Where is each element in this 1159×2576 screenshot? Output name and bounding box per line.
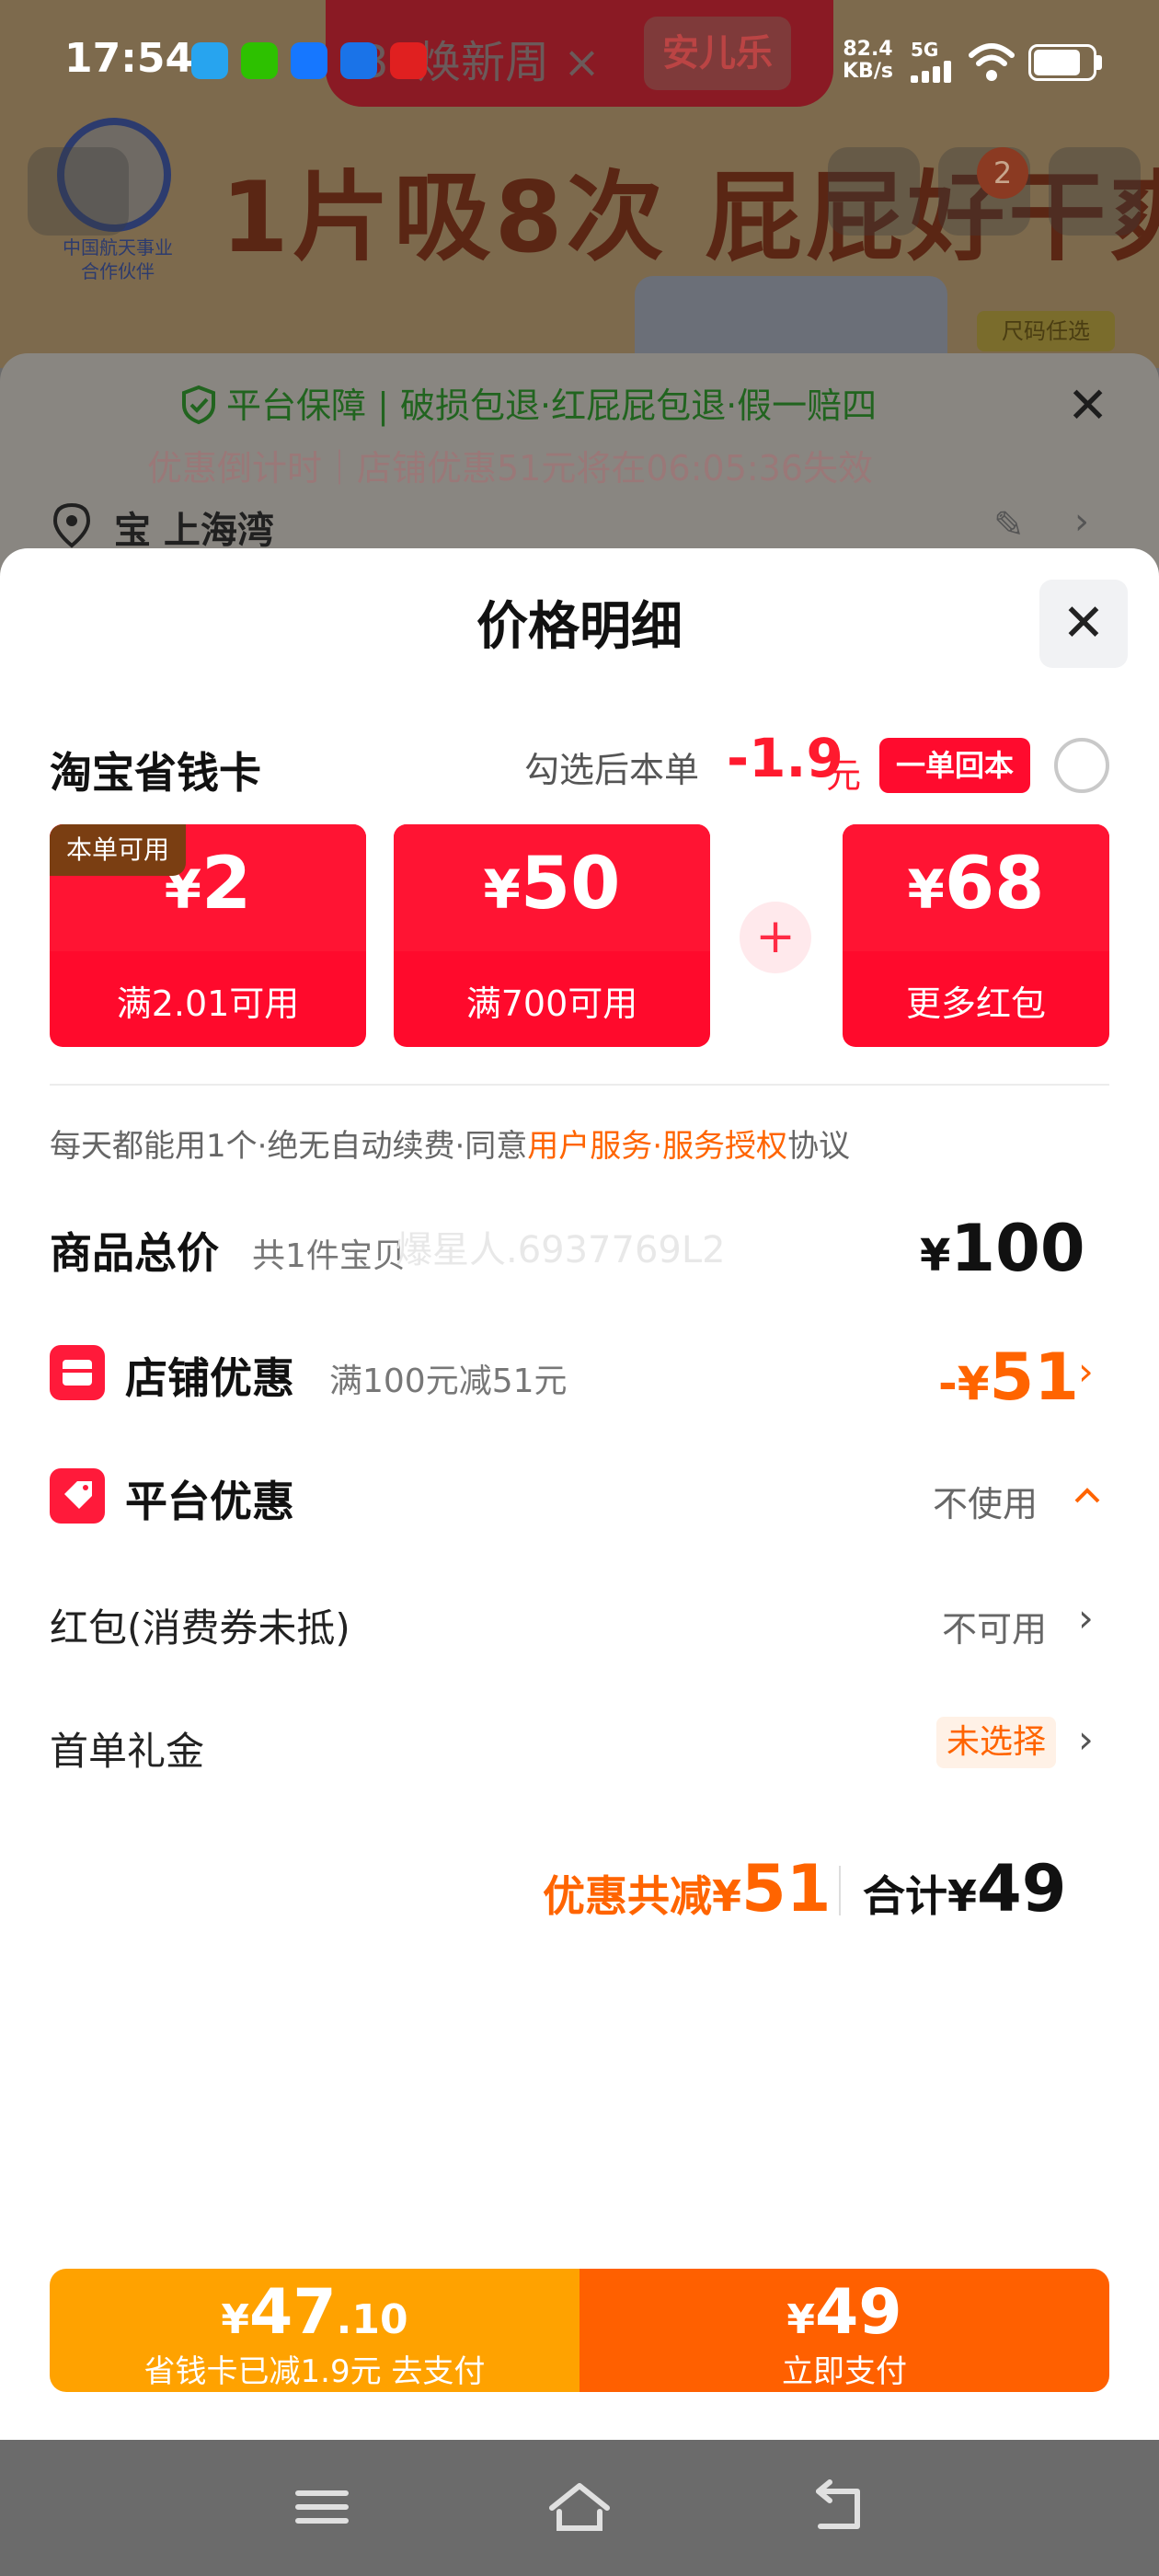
chevron-right-icon[interactable]: › [1078, 1717, 1094, 1762]
value-app-icon [390, 42, 427, 79]
shop-discount-value[interactable]: -¥51 [938, 1340, 1079, 1415]
back-icon[interactable] [800, 2475, 874, 2539]
edit-icon[interactable]: ✎ [993, 504, 1025, 546]
back-button[interactable] [28, 147, 129, 236]
chevron-right-icon[interactable]: › [1078, 1349, 1094, 1394]
location-pin-icon [52, 502, 91, 548]
pay-with-card-price: ¥47.10 [221, 2276, 408, 2349]
coupon-condition: 满2.01可用 [116, 983, 300, 1024]
shop-discount-label: 店铺优惠 [125, 1353, 294, 1403]
status-time: 17:54 [64, 35, 194, 82]
home-icon[interactable] [543, 2475, 616, 2539]
coupon-condition: 满700可用 [465, 983, 638, 1024]
pay-now-price: ¥49 [786, 2276, 902, 2349]
close-icon-background[interactable]: ✕ [1067, 381, 1108, 431]
menu-icon[interactable] [285, 2475, 359, 2539]
chevron-right-icon[interactable]: › [1078, 1595, 1094, 1640]
payback-tag: 一单回本 [879, 738, 1030, 793]
discount-countdown: 优惠倒计时｜店铺优惠51元将在06:05:36失效 [147, 448, 874, 489]
shop-icon [50, 1345, 105, 1400]
cart-badge: 2 [977, 147, 1028, 199]
summary-separator [839, 1866, 841, 1915]
alipay-icon [291, 42, 327, 79]
plus-icon: + [740, 902, 811, 973]
pay-now-label: 立即支付 [782, 2353, 907, 2390]
savings-card-radio[interactable] [1054, 738, 1109, 793]
coupon-flag: 本单可用 [50, 824, 186, 876]
close-icon: ✕ [1061, 593, 1106, 653]
red-packet-value[interactable]: 不可用 [942, 1601, 1047, 1651]
status-bar: 17:54 82.4 KB/s 5G [0, 0, 1159, 120]
pay-now-button[interactable]: ¥49 立即支付 [580, 2269, 1109, 2392]
platform-guarantee: 平台保障 | 破损包退·红屁屁包退·假一赔四 [226, 385, 878, 426]
first-order-gift-label: 首单礼金 [50, 1729, 205, 1774]
savings-card-title: 淘宝省钱卡 [50, 748, 261, 798]
savings-note-prefix: 勾选后本单 [524, 750, 700, 790]
coupon-card[interactable]: ¥2 满2.01可用 本单可用 [50, 824, 366, 1047]
size-chip: 尺码任选 [977, 311, 1115, 351]
chevron-up-icon[interactable] [1073, 1485, 1102, 1505]
shield-icon [182, 385, 215, 425]
wechat-icon [241, 42, 278, 79]
cloud-app-icon [191, 42, 228, 79]
battery-tip [1096, 55, 1102, 70]
shipping-address[interactable]: 宝 上海湾 [114, 500, 274, 554]
coupon-amount: ¥50 [483, 843, 621, 926]
share-button[interactable] [828, 147, 920, 236]
coupon-card[interactable]: ¥50 满700可用 [394, 824, 710, 1047]
coupon-amount: ¥68 [907, 843, 1045, 926]
more-button[interactable] [1049, 147, 1141, 236]
coupon-condition: 更多红包 [905, 983, 1046, 1024]
battery-icon [1028, 44, 1096, 81]
user-service-link[interactable]: 用户服务 [527, 1128, 652, 1165]
total-savings: 优惠共减¥51 [543, 1851, 832, 1926]
shortcut-icon [340, 42, 377, 79]
coupon-card[interactable]: ¥68 更多红包 [843, 824, 1109, 1047]
net-speed: 82.4 KB/s [843, 38, 893, 83]
item-count: 共1件宝贝 [252, 1237, 406, 1275]
close-button[interactable]: ✕ [1039, 580, 1128, 668]
pay-with-card-button[interactable]: ¥47.10 省钱卡已减1.9元 去支付 [50, 2269, 580, 2392]
service-auth-link[interactable]: 服务授权 [662, 1128, 787, 1165]
watermark: 爆星人.6937769L2 [396, 1229, 726, 1271]
divider [50, 1084, 1109, 1086]
total-price-value: ¥100 [920, 1211, 1085, 1286]
savings-note-unit: 元 [826, 755, 862, 796]
agreement-text: 每天都能用1个·绝无自动续费·同意用户服务·服务授权协议 [50, 1128, 851, 1165]
wifi-icon [969, 43, 1015, 81]
tag-icon [50, 1468, 105, 1524]
chevron-right-icon[interactable]: › [1074, 500, 1089, 543]
sheet-title: 价格明细 [476, 597, 683, 657]
shop-discount-desc: 满100元减51元 [329, 1363, 568, 1400]
platform-discount-label: 平台优惠 [125, 1477, 294, 1526]
total-price-label: 商品总价 [50, 1228, 219, 1278]
logo-caption: 中国航天事业 合作伙伴 [63, 236, 173, 282]
red-packet-label: 红包(消费券未抵) [50, 1605, 350, 1650]
pay-with-card-label: 省钱卡已减1.9元 去支付 [143, 2353, 486, 2390]
signal-icon [911, 61, 953, 83]
platform-discount-value[interactable]: 不使用 [933, 1476, 1038, 1526]
signal-label: 5G [911, 39, 939, 61]
first-order-gift-value[interactable]: 未选择 [936, 1717, 1056, 1768]
grand-total: 合计¥49 [863, 1851, 1067, 1926]
